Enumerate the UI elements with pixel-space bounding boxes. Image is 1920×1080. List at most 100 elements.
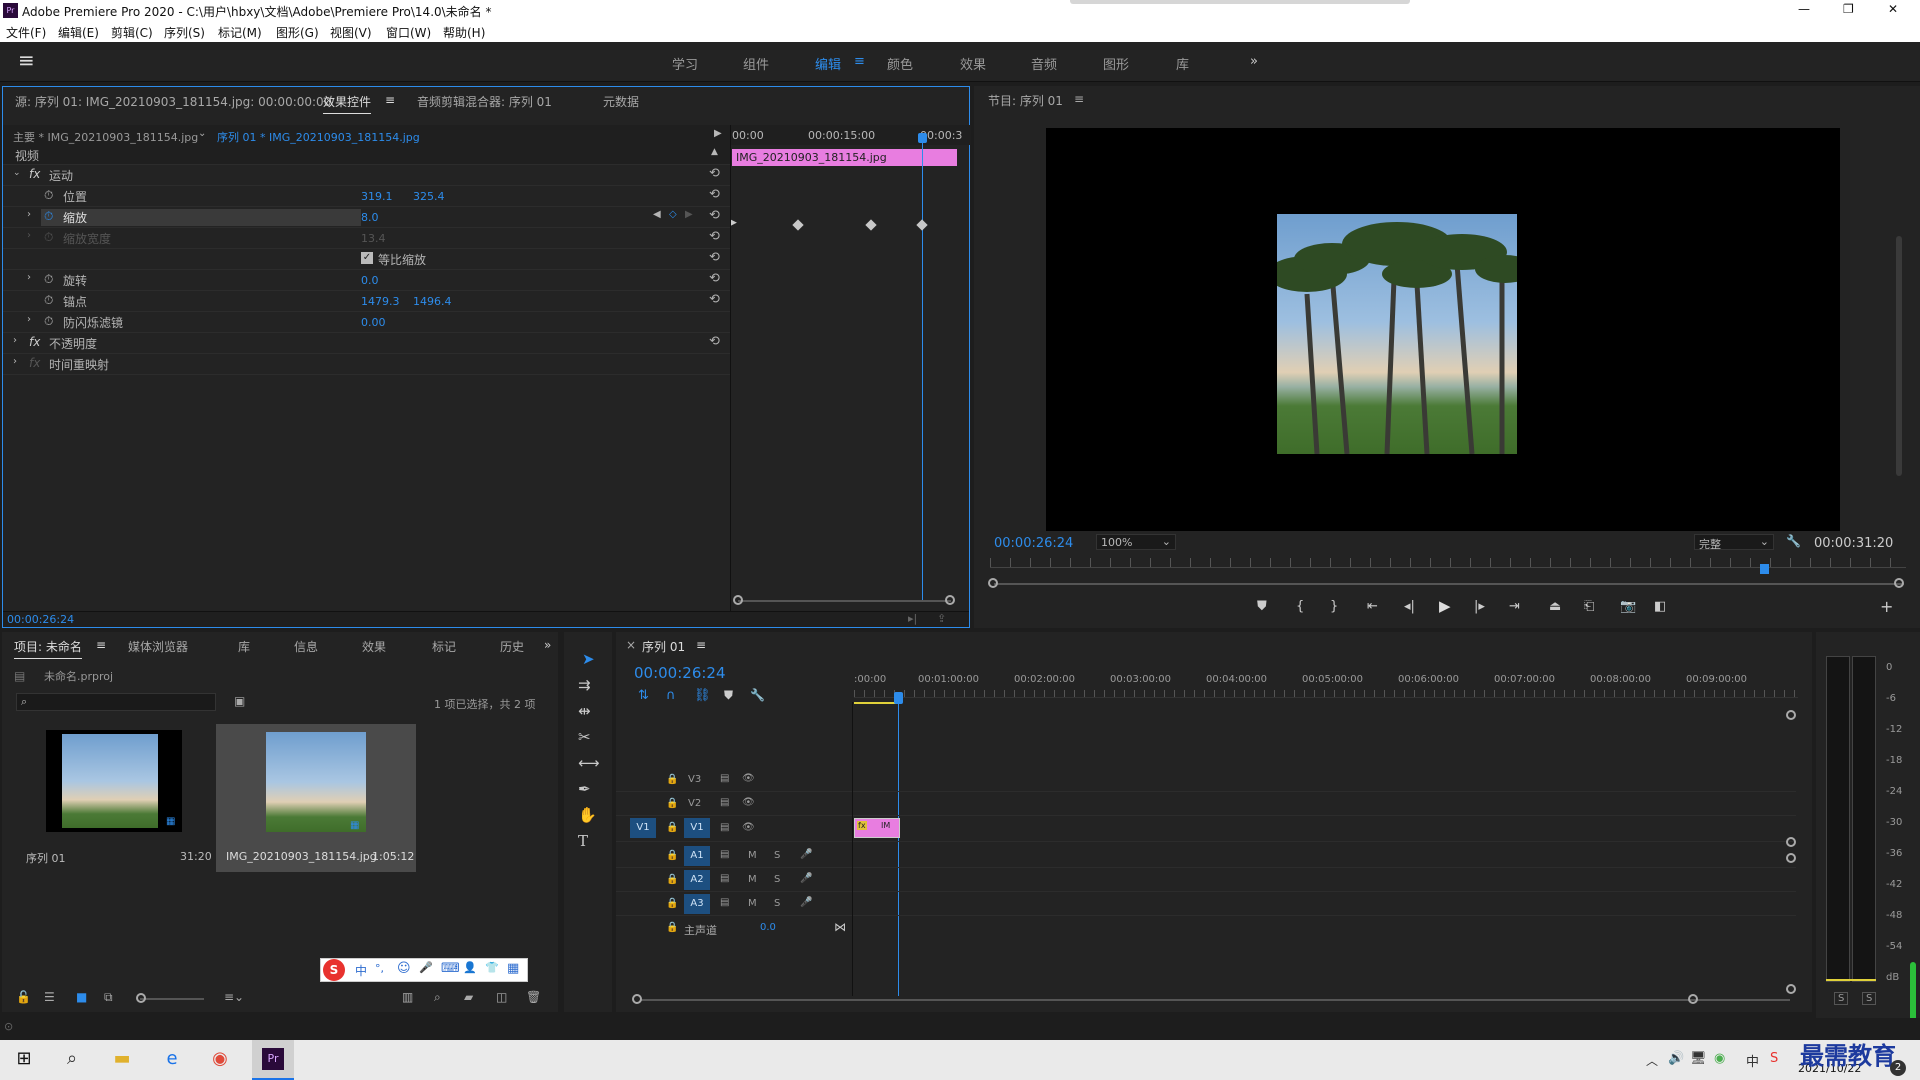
- program-monitor-title[interactable]: 节目: 序列 01: [988, 92, 1063, 109]
- ripple-edit-tool-icon[interactable]: ⇹: [578, 702, 591, 720]
- anchor-x-value[interactable]: 1479.3: [361, 295, 400, 308]
- reset-icon[interactable]: ⟲: [709, 166, 720, 181]
- sync-lock-icon[interactable]: ▤: [720, 797, 729, 808]
- lock-icon[interactable]: 🔒: [666, 798, 678, 809]
- ime-voice-icon[interactable]: 🎤: [419, 961, 433, 974]
- scroll-up-icon[interactable]: ▲: [711, 147, 718, 157]
- project-search-input[interactable]: ⌕: [16, 693, 216, 711]
- project-tab-menu[interactable]: ≡: [96, 638, 106, 652]
- comparison-view-icon[interactable]: ◧: [1654, 599, 1666, 614]
- zoom-handle-right[interactable]: [945, 595, 955, 605]
- nest-icon[interactable]: ⇅: [638, 688, 649, 703]
- stopwatch-icon[interactable]: ⏱: [44, 188, 53, 203]
- reset-icon[interactable]: ⟲: [709, 271, 720, 286]
- meter-scrollbar[interactable]: [1910, 962, 1916, 1022]
- go-to-in-icon[interactable]: ⇤: [1367, 599, 1378, 614]
- collapse-chevron-icon[interactable]: ⌄: [13, 168, 21, 178]
- stopwatch-icon[interactable]: ⏱: [44, 272, 53, 287]
- position-y-value[interactable]: 325.4: [413, 190, 445, 203]
- position-x-value[interactable]: 319.1: [361, 190, 393, 203]
- network-icon[interactable]: 🖥: [1690, 1051, 1707, 1066]
- add-marker-icon[interactable]: ⛊: [724, 688, 733, 703]
- sync-lock-icon[interactable]: ▤: [720, 849, 729, 860]
- opacity-effect-label[interactable]: 不透明度: [49, 335, 97, 352]
- source-patch-v1[interactable]: V1: [630, 818, 656, 838]
- workspace-learn[interactable]: 学习: [672, 54, 698, 73]
- menu-sequence[interactable]: 序列(S): [164, 24, 205, 41]
- play-icon[interactable]: ▶: [1439, 597, 1451, 615]
- motion-effect-label[interactable]: 运动: [49, 167, 73, 184]
- step-forward-icon[interactable]: |▸: [1474, 599, 1485, 614]
- ime-punctuation-icon[interactable]: °,: [375, 962, 384, 975]
- timeline-clip[interactable]: fx IM: [854, 818, 900, 838]
- source-tab[interactable]: 源: 序列 01: IMG_20210903_181154.jpg: 00:00…: [15, 93, 331, 110]
- lock-icon[interactable]: 🔒: [666, 874, 678, 885]
- keyframe-diamond[interactable]: [865, 219, 877, 231]
- workspace-effects[interactable]: 效果: [960, 54, 986, 73]
- history-tab[interactable]: 历史: [500, 638, 524, 655]
- thumbnail-size-slider[interactable]: [140, 998, 204, 1000]
- ime-chinese-mode[interactable]: 中: [355, 962, 367, 979]
- uniform-scale-checkbox[interactable]: ✓: [361, 252, 373, 264]
- scroll-handle-left[interactable]: [988, 578, 998, 588]
- volume-icon[interactable]: 🔊: [1668, 1051, 1684, 1066]
- export-frame-icon[interactable]: 📷: [1620, 599, 1636, 614]
- quality-dropdown[interactable]: 完整 ⌄: [1694, 534, 1774, 551]
- find-icon[interactable]: ⌕: [434, 990, 441, 1005]
- workspace-color[interactable]: 颜色: [887, 54, 913, 73]
- new-bin-icon[interactable]: ▰: [464, 990, 473, 1004]
- search-icon[interactable]: ⌕: [58, 1048, 86, 1072]
- export-icon[interactable]: ⇪: [937, 612, 946, 625]
- effect-timecode[interactable]: 00:00:26:24: [7, 613, 74, 626]
- lock-icon[interactable]: 🔓: [16, 990, 31, 1004]
- program-video-frame[interactable]: [1046, 128, 1840, 531]
- windows-start-icon[interactable]: ⊞: [10, 1048, 38, 1072]
- track-target-v1[interactable]: V1: [684, 818, 710, 838]
- menu-file[interactable]: 文件(F): [6, 24, 46, 41]
- sogou-tray-icon[interactable]: S: [1770, 1051, 1778, 1066]
- sort-icon[interactable]: ≡⌄: [224, 990, 244, 1004]
- premiere-taskbar-icon[interactable]: Pr: [252, 1040, 294, 1080]
- anchor-y-value[interactable]: 1496.4: [413, 295, 452, 308]
- menu-clip[interactable]: 剪辑(C): [111, 24, 153, 41]
- slip-tool-icon[interactable]: ⟷: [578, 754, 600, 772]
- mute-button[interactable]: M: [748, 874, 757, 885]
- reset-icon[interactable]: ⟲: [709, 250, 720, 265]
- sequence-tab[interactable]: 序列 01: [642, 638, 685, 655]
- reset-icon[interactable]: ⟲: [709, 334, 720, 349]
- timeline-vscroll-handle[interactable]: [1786, 984, 1796, 994]
- step-back-icon[interactable]: ◂|: [1404, 599, 1415, 614]
- eye-icon[interactable]: 👁: [742, 822, 755, 833]
- program-current-timecode[interactable]: 00:00:26:24: [994, 536, 1073, 551]
- workspace-assembly[interactable]: 组件: [743, 54, 769, 73]
- master-track-value[interactable]: 0.0: [760, 922, 776, 933]
- timeline-settings-icon[interactable]: 🔧: [750, 688, 765, 702]
- stopwatch-icon[interactable]: ⏱: [44, 209, 53, 224]
- tray-chevron-icon[interactable]: ︿: [1646, 1052, 1658, 1069]
- mute-button[interactable]: M: [748, 850, 757, 861]
- home-icon[interactable]: ≡: [18, 48, 35, 72]
- add-button-icon[interactable]: +: [1880, 597, 1893, 616]
- new-search-bin-icon[interactable]: ▣: [234, 694, 245, 708]
- razor-tool-icon[interactable]: ✂: [578, 728, 591, 746]
- lock-icon[interactable]: 🔒: [666, 850, 678, 861]
- ime-tools-icon[interactable]: ▦: [507, 961, 519, 976]
- program-scroll-bar[interactable]: [994, 583, 1904, 585]
- track-select-tool-icon[interactable]: ⇉: [578, 676, 591, 694]
- eye-icon[interactable]: 👁: [742, 797, 755, 808]
- mark-in-icon[interactable]: {: [1296, 599, 1304, 614]
- ime-toolbar[interactable]: S 中 °, ☺ 🎤 ⌨ 👤 👕 ▦: [320, 958, 528, 982]
- go-to-out-icon[interactable]: ⇥: [1509, 599, 1520, 614]
- master-clip-label[interactable]: 主要 * IMG_20210903_181154.jpg: [13, 129, 198, 145]
- lock-icon[interactable]: 🔒: [666, 922, 678, 933]
- ime-emoji-icon[interactable]: ☺: [397, 961, 411, 976]
- menu-edit[interactable]: 编辑(E): [58, 24, 99, 41]
- effect-controls-tab-menu[interactable]: ≡: [385, 93, 395, 107]
- mark-out-icon[interactable]: }: [1330, 599, 1338, 614]
- effect-clip-bar[interactable]: IMG_20210903_181154.jpg: [732, 149, 957, 166]
- play-only-audio-icon[interactable]: ▶: [714, 128, 722, 139]
- effect-playhead-handle[interactable]: [918, 133, 927, 143]
- menu-view[interactable]: 视图(V): [330, 24, 372, 41]
- expand-chevron-icon[interactable]: ›: [27, 314, 31, 325]
- expand-chevron-icon[interactable]: ›: [27, 209, 31, 220]
